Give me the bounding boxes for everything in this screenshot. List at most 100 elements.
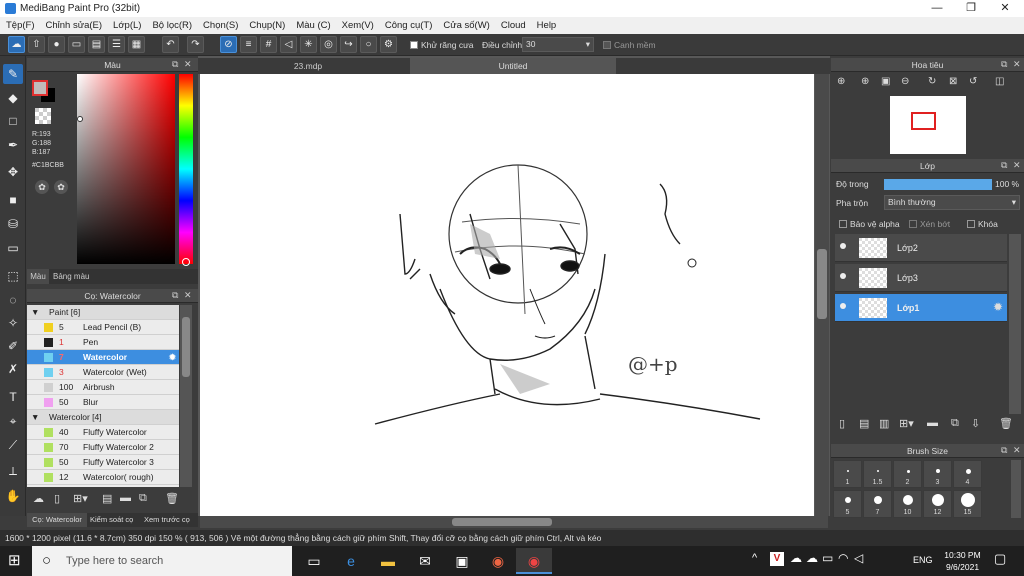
grid-icon[interactable]: ▦ [128,36,145,53]
menu-edit[interactable]: Chỉnh sửa(E) [46,20,103,31]
gear-icon[interactable]: ✹ [993,300,1003,314]
brush-size-4[interactable]: 4 [953,460,982,488]
rotate-ccw-icon[interactable]: ↺ [969,76,977,87]
zoom-in-icon[interactable]: ⊕ [861,76,869,87]
undock-icon[interactable]: ⧉ [1001,445,1007,456]
trash-icon[interactable]: 🗑 [165,492,179,505]
select-tool-icon[interactable]: ⬚ [3,266,23,286]
tab-palette[interactable]: Bảng màu [53,269,89,284]
flip-icon[interactable]: ◫ [995,76,1004,87]
tab-brush-preview[interactable]: Xem trước cọ [144,513,190,527]
menu-color[interactable]: Màu (C) [296,20,330,31]
select-eraser-tool-icon[interactable]: ✗ [3,359,23,379]
saturation-value-picker[interactable] [77,74,175,264]
medibang-icon[interactable]: ◉ [516,548,552,574]
tab-brush[interactable]: Cọ: Watercolor [27,513,87,527]
lasso-tool-icon[interactable]: ◌ [3,290,23,310]
undock-icon[interactable]: ⧉ [172,290,178,301]
merge-down-icon[interactable]: ⇩ [971,417,980,430]
palette-add-icon[interactable]: ✿ [54,180,68,194]
snap-off-icon[interactable]: ⊘ [220,36,237,53]
eraser-tool-icon[interactable]: ◆ [3,88,23,108]
store-icon[interactable]: ▣ [444,548,480,574]
brush-size-5[interactable]: 5 [833,490,862,518]
tab-color[interactable]: Màu [27,269,49,284]
tab-23-mdp[interactable]: 23.mdp [208,58,408,74]
menu-view[interactable]: Xem(V) [342,20,374,31]
layer-row-selected[interactable]: Lớp1 ✹ [835,294,1007,322]
bucket-tool-icon[interactable]: ⛁ [3,214,23,234]
select-pen-tool-icon[interactable]: ✐ [3,336,23,356]
duplicate-icon[interactable]: ⧉ [139,492,147,505]
tab-untitled[interactable]: Untitled [410,58,616,74]
eyedropper-tool-icon[interactable]: ⟂ [3,461,23,481]
add-layer-menu-icon[interactable]: ⊞▾ [899,417,914,430]
hand-tool-icon[interactable]: ✋ [3,486,23,506]
brush-item[interactable]: 5 Lead Pencil (B) [27,320,179,335]
curve-snap-icon[interactable]: ↪ [340,36,357,53]
panel-close-icon[interactable]: ✕ [184,290,192,301]
brush-size-12[interactable]: 12 [923,490,952,518]
zoom-in-icon[interactable]: ⊕ [837,76,845,87]
brush-size-1-5[interactable]: 1.5 [863,460,892,488]
mail-icon[interactable]: ✉ [407,548,443,574]
cloud-upload-icon[interactable]: ☁ [33,492,44,505]
file-explorer-icon[interactable]: ▬ [370,548,406,574]
brush-size-scrollbar[interactable] [1011,460,1021,518]
layer-row[interactable]: Lớp2 [835,234,1007,262]
antialias-checkbox[interactable] [410,41,418,49]
concentric-snap-icon[interactable]: ◎ [320,36,337,53]
cross-snap-icon[interactable]: # [260,36,277,53]
radial-snap-icon[interactable]: ✳ [300,36,317,53]
drawing-canvas[interactable]: @+p [200,74,814,516]
eye-icon[interactable] [840,273,846,279]
brush-size-15[interactable]: 15 [953,490,982,518]
pen-tool-icon[interactable]: ✒ [3,135,23,155]
color-picker-handle[interactable] [77,116,83,122]
brush-item[interactable]: 100 Airbrush [27,380,179,395]
menu-file[interactable]: Tệp(F) [6,20,35,31]
close-button[interactable]: ✕ [988,0,1022,17]
edge-icon[interactable]: e [333,548,369,574]
canvas-vertical-scrollbar[interactable] [815,74,829,516]
chat-icon[interactable]: ● [48,36,65,53]
parallel-snap-icon[interactable]: ≡ [240,36,257,53]
brush-item[interactable]: 1 Pen [27,335,179,350]
canvas-horizontal-scrollbar[interactable] [200,516,828,528]
eye-icon[interactable] [840,303,846,309]
brush-size-10[interactable]: 10 [893,490,922,518]
edit-brush-icon[interactable]: ▤ [102,492,112,505]
undock-icon[interactable]: ⧉ [1001,160,1007,171]
new-halftone-layer-icon[interactable]: ▤ [859,417,869,430]
notification-icon[interactable]: ▢ [994,551,1006,567]
clip-checkbox[interactable] [909,220,917,228]
brush-group-header[interactable]: ▼ Watercolor [4] [27,410,179,425]
fit-icon[interactable]: ▣ [881,76,890,87]
snap-checkbox[interactable] [603,41,611,49]
layer-scrollbar[interactable] [1009,234,1021,414]
gear-icon[interactable]: ✹ [169,350,176,365]
brush-item[interactable]: 12 Watercolor( rough) [27,470,179,485]
palette-icon[interactable]: ✿ [35,180,49,194]
move-tool-icon[interactable]: ✥ [3,162,23,182]
menu-cloud[interactable]: Cloud [501,20,526,31]
undock-icon[interactable]: ⧉ [172,59,178,70]
network-icon[interactable]: ◠ [838,551,848,565]
document-icon[interactable]: ▤ [88,36,105,53]
rotate-icon[interactable]: ↻ [928,76,936,87]
opacity-slider[interactable] [884,179,992,190]
duplicate-layer-icon[interactable]: ⧉ [951,417,959,430]
navigator-preview[interactable] [890,96,966,154]
volume-icon[interactable]: ◁ [854,551,863,565]
brush-list-scrollbar[interactable] [180,305,192,487]
text-tool-icon[interactable]: T [3,387,23,407]
menu-select[interactable]: Chọn(S) [203,20,238,31]
new-brush-icon[interactable]: ▯ [54,492,60,505]
menu-window[interactable]: Cửa số(W) [443,20,489,31]
brush-size-7[interactable]: 7 [863,490,892,518]
blend-select[interactable]: Bình thường ▾ [884,195,1020,210]
tray-chevron-icon[interactable]: ^ [752,552,757,564]
cloud-tray-icon[interactable]: ☁ [790,551,802,565]
adjust-select[interactable]: 30 ▾ [522,37,594,52]
new-layer-icon[interactable]: ▯ [839,417,845,430]
